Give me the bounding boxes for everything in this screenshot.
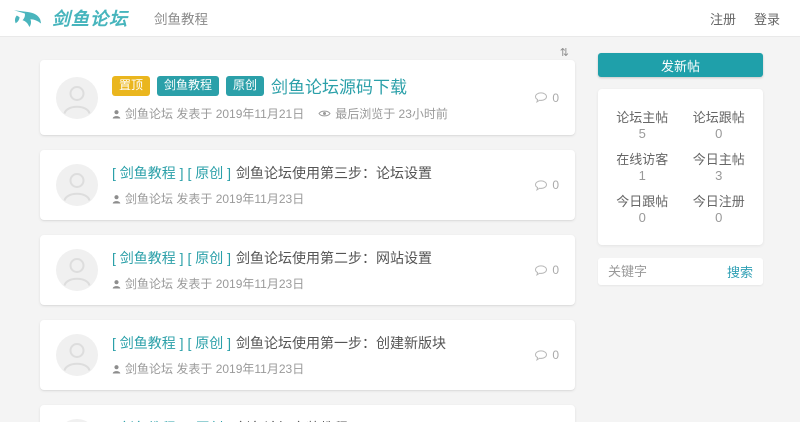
post-date: 发表于 2019年11月23日 [176, 190, 304, 207]
eye-icon [318, 109, 331, 118]
post-card: [ 剑鱼教程 ] [ 原创 ] 剑鱼论坛使用第二步：网站设置 剑鱼论坛 发表于 … [40, 235, 575, 305]
avatar[interactable] [56, 249, 98, 291]
post-title-link[interactable]: 剑鱼论坛源码下载 [271, 73, 407, 98]
brand-logo[interactable]: 剑鱼论坛 [14, 3, 128, 34]
stat-label-today-registrations: 今日注册 [681, 191, 758, 210]
user-icon [112, 364, 121, 374]
post-tags[interactable]: [ 剑鱼教程 ] [ 原创 ] [112, 163, 231, 183]
badge-category[interactable]: 剑鱼教程 [157, 76, 219, 96]
post-author: 剑鱼论坛 [125, 105, 173, 122]
post-card: [ 剑鱼教程 ] [ 原创 ] 剑鱼论坛安装教程 剑鱼论坛 发表于 2019年1… [40, 405, 575, 422]
comment-icon [534, 92, 548, 103]
new-post-button[interactable]: 发新帖 [598, 53, 763, 77]
header-actions: 注册 登录 [710, 9, 780, 28]
register-link[interactable]: 注册 [710, 9, 736, 28]
post-card: [ 剑鱼教程 ] [ 原创 ] 剑鱼论坛使用第一步：创建新版块 剑鱼论坛 发表于… [40, 320, 575, 390]
search-input[interactable] [608, 264, 719, 279]
stat-value-total-replies: 0 [681, 126, 758, 141]
stat-value-today-registrations: 0 [681, 210, 758, 225]
stat-label-today-threads: 今日主帖 [681, 149, 758, 168]
post-title-link[interactable]: 剑鱼论坛安装教程 [236, 418, 348, 422]
search-button[interactable]: 搜索 [719, 262, 753, 281]
comment-count[interactable]: 0 [522, 348, 559, 362]
stat-label-total-threads: 论坛主帖 [604, 107, 681, 126]
post-tags[interactable]: [ 剑鱼教程 ] [ 原创 ] [112, 418, 231, 422]
avatar[interactable] [56, 77, 98, 119]
post-body: [ 剑鱼教程 ] [ 原创 ] 剑鱼论坛安装教程 剑鱼论坛 发表于 2019年1… [112, 418, 522, 422]
post-author: 剑鱼论坛 [125, 275, 173, 292]
comment-count[interactable]: 0 [522, 91, 559, 105]
stat-value-today-replies: 0 [604, 210, 681, 225]
post-author: 剑鱼论坛 [125, 360, 173, 377]
sidebar: 发新帖 论坛主帖 论坛跟帖 5 0 在线访客 今日主帖 1 3 今日跟帖 今日注… [598, 53, 763, 285]
search-bar: 搜索 [598, 258, 763, 285]
post-last-view: 最后浏览于 23小时前 [335, 105, 448, 122]
stat-value-online-visitors: 1 [604, 168, 681, 183]
post-body: [ 剑鱼教程 ] [ 原创 ] 剑鱼论坛使用第一步：创建新版块 剑鱼论坛 发表于… [112, 333, 522, 377]
post-meta: 剑鱼论坛 发表于 2019年11月23日 [112, 190, 522, 207]
post-body: 置顶 剑鱼教程 原创 剑鱼论坛源码下载 剑鱼论坛 发表于 2019年11月21日… [112, 73, 522, 122]
badge-original[interactable]: 原创 [226, 76, 264, 96]
user-icon [112, 109, 121, 119]
post-tags[interactable]: [ 剑鱼教程 ] [ 原创 ] [112, 248, 231, 268]
comment-icon [534, 180, 548, 191]
post-title-link[interactable]: 剑鱼论坛使用第一步：创建新版块 [236, 333, 446, 353]
forum-stats-panel: 论坛主帖 论坛跟帖 5 0 在线访客 今日主帖 1 3 今日跟帖 今日注册 0 … [598, 89, 763, 245]
avatar[interactable] [56, 334, 98, 376]
stat-value-total-threads: 5 [604, 126, 681, 141]
sort-toggle-icon[interactable]: ⇅ [560, 47, 569, 59]
post-body: [ 剑鱼教程 ] [ 原创 ] 剑鱼论坛使用第二步：网站设置 剑鱼论坛 发表于 … [112, 248, 522, 292]
avatar[interactable] [56, 164, 98, 206]
swordfish-icon [14, 3, 46, 34]
login-link[interactable]: 登录 [754, 9, 780, 28]
comment-icon [534, 265, 548, 276]
stat-label-online-visitors: 在线访客 [604, 149, 681, 168]
post-date: 发表于 2019年11月23日 [176, 360, 304, 377]
page-content: ⇅ 置顶 剑鱼教程 原创 剑鱼论坛源码下载 剑鱼论坛 发表于 2019年11月2… [0, 37, 800, 422]
comment-count[interactable]: 0 [522, 263, 559, 277]
post-meta: 剑鱼论坛 发表于 2019年11月21日 最后浏览于 23小时前 [112, 105, 522, 122]
nav-item-tutorial[interactable]: 剑鱼教程 [154, 8, 208, 28]
post-body: [ 剑鱼教程 ] [ 原创 ] 剑鱼论坛使用第三步：论坛设置 剑鱼论坛 发表于 … [112, 163, 522, 207]
comment-count[interactable]: 0 [522, 178, 559, 192]
top-navbar: 剑鱼论坛 剑鱼教程 注册 登录 [0, 0, 800, 37]
post-title-link[interactable]: 剑鱼论坛使用第三步：论坛设置 [236, 163, 432, 183]
post-title-link[interactable]: 剑鱼论坛使用第二步：网站设置 [236, 248, 432, 268]
sort-row: ⇅ [40, 43, 575, 58]
stat-value-today-threads: 3 [681, 168, 758, 183]
brand-title: 剑鱼论坛 [52, 5, 128, 31]
post-date: 发表于 2019年11月23日 [176, 275, 304, 292]
post-date: 发表于 2019年11月21日 [176, 105, 304, 122]
post-card: 置顶 剑鱼教程 原创 剑鱼论坛源码下载 剑鱼论坛 发表于 2019年11月21日… [40, 60, 575, 135]
stat-label-today-replies: 今日跟帖 [604, 191, 681, 210]
user-icon [112, 279, 121, 289]
post-list-column: ⇅ 置顶 剑鱼教程 原创 剑鱼论坛源码下载 剑鱼论坛 发表于 2019年11月2… [40, 43, 575, 422]
post-meta: 剑鱼论坛 发表于 2019年11月23日 [112, 275, 522, 292]
comment-icon [534, 350, 548, 361]
user-icon [112, 194, 121, 204]
post-meta: 剑鱼论坛 发表于 2019年11月23日 [112, 360, 522, 377]
stat-label-total-replies: 论坛跟帖 [681, 107, 758, 126]
post-card: [ 剑鱼教程 ] [ 原创 ] 剑鱼论坛使用第三步：论坛设置 剑鱼论坛 发表于 … [40, 150, 575, 220]
post-tags[interactable]: [ 剑鱼教程 ] [ 原创 ] [112, 333, 231, 353]
post-author: 剑鱼论坛 [125, 190, 173, 207]
badge-pinned[interactable]: 置顶 [112, 76, 150, 96]
